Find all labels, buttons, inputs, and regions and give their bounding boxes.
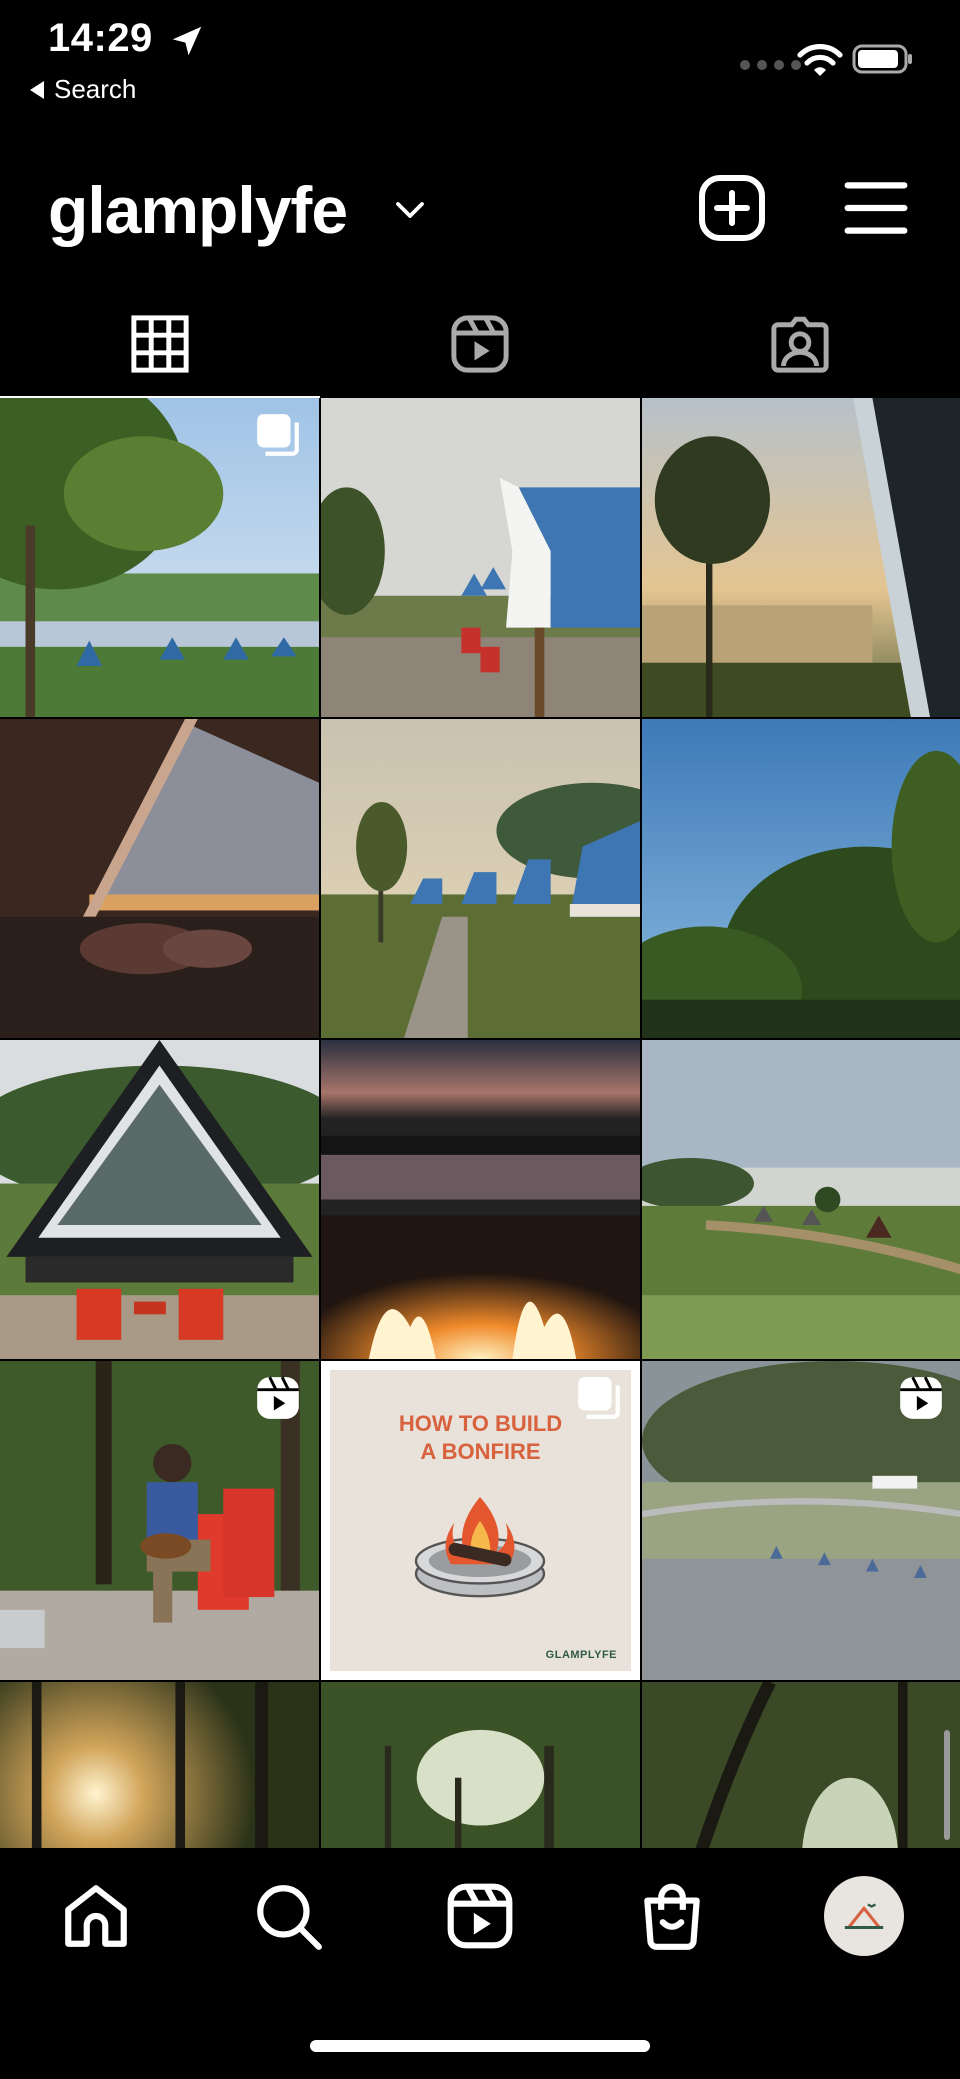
post-image <box>321 398 640 717</box>
carousel-icon <box>578 1377 620 1419</box>
post-thumbnail[interactable] <box>0 719 319 1038</box>
posts-grid: HOW TO BUILD A BONFIRE GLAMPLYFE <box>0 398 960 1848</box>
profile-header: glamplyfe <box>0 150 960 260</box>
nav-profile[interactable] <box>768 1848 960 1984</box>
tagged-icon <box>771 316 829 373</box>
post-image <box>0 719 319 1038</box>
post-image <box>321 1040 640 1359</box>
tab-posts-grid[interactable] <box>0 290 320 398</box>
post-image <box>642 1040 960 1359</box>
profile-username[interactable]: glamplyfe <box>48 172 348 248</box>
bonfire-illustration <box>414 1497 546 1598</box>
post-thumbnail[interactable] <box>0 1682 319 1848</box>
glamplyfe-logo-icon <box>844 1903 884 1930</box>
status-bar: 14:29 Search <box>0 0 960 110</box>
post-image <box>0 1682 319 1848</box>
search-icon <box>257 1885 322 1950</box>
post-thumbnail[interactable] <box>321 1040 640 1359</box>
home-icon <box>65 1885 127 1947</box>
reel-icon <box>900 1376 942 1419</box>
profile-tabs <box>0 290 960 398</box>
post-image <box>642 1682 960 1848</box>
wifi-icon <box>797 44 843 76</box>
profile-avatar-icon <box>824 1876 904 1956</box>
nav-shop[interactable] <box>576 1848 768 1984</box>
nav-home[interactable] <box>0 1848 192 1984</box>
home-indicator <box>310 2040 650 2052</box>
reels-icon <box>447 1883 513 1949</box>
grid-icon <box>131 315 189 373</box>
add-post-icon[interactable] <box>696 172 768 244</box>
post-image <box>321 1682 640 1848</box>
nav-search[interactable] <box>192 1848 384 1984</box>
menu-icon[interactable] <box>842 176 910 240</box>
tab-tagged[interactable] <box>640 290 960 398</box>
post-thumbnail[interactable] <box>0 1361 319 1680</box>
back-label: Search <box>54 74 137 104</box>
reel-icon <box>257 1376 299 1419</box>
back-triangle-icon <box>30 80 44 99</box>
bottom-nav <box>0 1848 960 1984</box>
post-thumbnail[interactable] <box>642 719 960 1038</box>
post-thumbnail[interactable] <box>642 1682 960 1848</box>
post-thumbnail[interactable] <box>321 398 640 717</box>
post-thumbnail[interactable] <box>0 398 319 717</box>
reels-icon <box>451 315 509 373</box>
nav-reels[interactable] <box>384 1848 576 1984</box>
chevron-down-icon[interactable] <box>392 192 428 228</box>
battery-icon <box>852 44 912 74</box>
post-image <box>642 398 960 717</box>
signal-dots-icon <box>740 60 801 70</box>
shop-bag-icon <box>644 1883 700 1950</box>
post-image <box>0 1040 319 1359</box>
post-thumbnail[interactable] <box>321 719 640 1038</box>
post-thumbnail[interactable] <box>642 398 960 717</box>
location-arrow-icon <box>172 26 202 56</box>
tab-reels[interactable] <box>320 290 640 398</box>
card-brand: GLAMPLYFE <box>545 1649 617 1661</box>
scroll-indicator[interactable] <box>944 1730 950 1840</box>
post-thumbnail[interactable] <box>642 1361 960 1680</box>
card-title-line2: A BONFIRE <box>420 1439 541 1464</box>
post-image <box>642 719 960 1038</box>
post-image <box>321 719 640 1038</box>
post-thumbnail[interactable] <box>0 1040 319 1359</box>
back-to-search-link[interactable]: Search <box>30 74 136 105</box>
post-thumbnail[interactable] <box>321 1682 640 1848</box>
post-thumbnail[interactable] <box>642 1040 960 1359</box>
status-time: 14:29 <box>48 16 153 60</box>
carousel-icon <box>257 414 299 456</box>
post-thumbnail[interactable]: HOW TO BUILD A BONFIRE GLAMPLYFE <box>321 1361 640 1680</box>
